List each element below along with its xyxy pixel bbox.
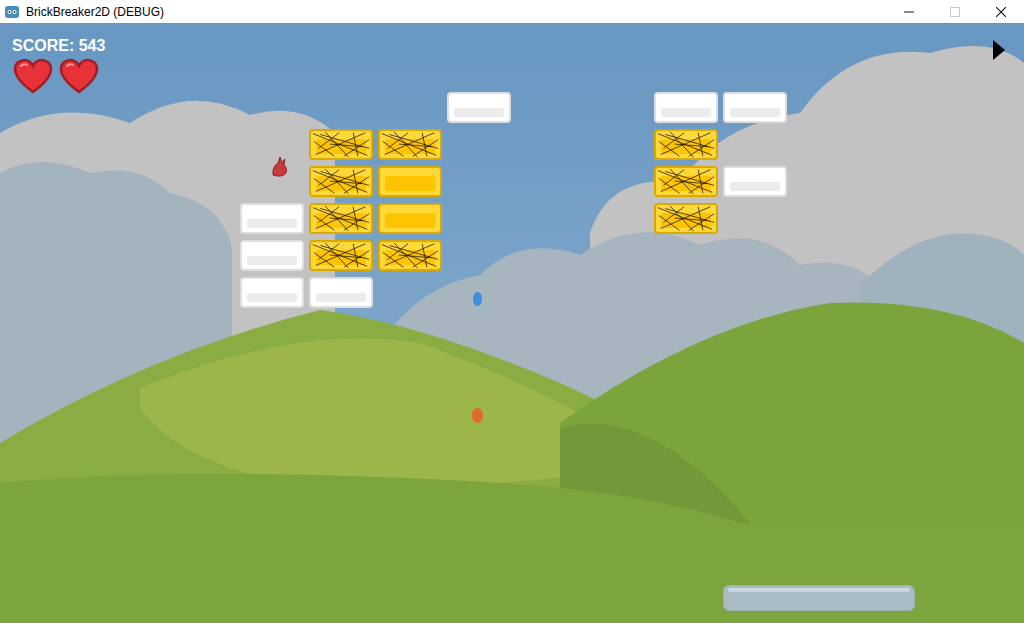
- empty-slot: [447, 203, 511, 234]
- empty-slot: [240, 129, 304, 160]
- brick: [240, 203, 304, 234]
- empty-slot: [516, 203, 580, 234]
- brick: [309, 277, 373, 308]
- close-icon: [996, 7, 1006, 17]
- brick-shine: [454, 108, 504, 117]
- brick: [309, 129, 373, 160]
- title-bar: BrickBreaker2D (DEBUG): [0, 0, 1024, 23]
- brick: [378, 166, 442, 197]
- brick: [447, 92, 511, 123]
- brick: [378, 129, 442, 160]
- brick: [309, 166, 373, 197]
- empty-slot: [309, 92, 373, 123]
- empty-slot: [378, 277, 442, 308]
- godot-logo-icon: [4, 4, 20, 20]
- score-label: SCORE: 543: [12, 36, 105, 56]
- ball: [472, 408, 483, 423]
- empty-slot: [240, 92, 304, 123]
- brick: [654, 166, 718, 197]
- empty-slot: [447, 129, 511, 160]
- brick-shine: [730, 182, 780, 191]
- empty-slot: [723, 277, 787, 308]
- crack-icon: [656, 168, 716, 195]
- minimize-icon: [904, 7, 914, 17]
- brick: [654, 129, 718, 160]
- crack-icon: [380, 242, 440, 269]
- paddle-highlight: [728, 588, 910, 592]
- brick-shine: [385, 213, 435, 228]
- brick: [378, 203, 442, 234]
- ball: [473, 292, 482, 306]
- lives: [12, 57, 105, 95]
- brick-shine: [661, 108, 711, 117]
- empty-slot: [585, 92, 649, 123]
- brick: [309, 240, 373, 271]
- empty-slot: [378, 92, 442, 123]
- empty-slot: [240, 166, 304, 197]
- empty-slot: [654, 277, 718, 308]
- brick: [723, 92, 787, 123]
- empty-slot: [516, 92, 580, 123]
- window-controls: [886, 0, 1024, 23]
- maximize-icon: [950, 7, 960, 17]
- empty-slot: [447, 166, 511, 197]
- brick-shine: [385, 176, 435, 191]
- crack-icon: [656, 205, 716, 232]
- brick: [378, 240, 442, 271]
- crack-icon: [380, 131, 440, 158]
- crack-icon: [311, 168, 371, 195]
- brick-shine: [730, 108, 780, 117]
- brick-shine: [316, 293, 366, 302]
- empty-slot: [516, 166, 580, 197]
- brick: [240, 277, 304, 308]
- window-title: BrickBreaker2D (DEBUG): [26, 5, 886, 19]
- heart-icon: [58, 57, 100, 95]
- empty-slot: [516, 240, 580, 271]
- brick-shine: [247, 293, 297, 302]
- empty-slot: [723, 240, 787, 271]
- brick: [309, 203, 373, 234]
- close-button[interactable]: [978, 0, 1024, 23]
- brick-shine: [247, 256, 297, 265]
- empty-slot: [654, 240, 718, 271]
- empty-slot: [585, 129, 649, 160]
- brick-shine: [247, 219, 297, 228]
- empty-slot: [447, 240, 511, 271]
- empty-slot: [585, 203, 649, 234]
- crack-icon: [311, 205, 371, 232]
- empty-slot: [516, 129, 580, 160]
- brick-grid: [240, 92, 787, 308]
- crack-icon: [311, 131, 371, 158]
- brick: [240, 240, 304, 271]
- empty-slot: [585, 240, 649, 271]
- minimize-button[interactable]: [886, 0, 932, 23]
- game-area[interactable]: SCORE: 543: [0, 23, 1024, 623]
- crack-icon: [311, 242, 371, 269]
- play-icon[interactable]: [993, 40, 1005, 60]
- paddle[interactable]: [723, 585, 915, 611]
- empty-slot: [585, 166, 649, 197]
- brick: [723, 166, 787, 197]
- empty-slot: [585, 277, 649, 308]
- powerup-icon: [270, 155, 290, 179]
- crack-icon: [656, 131, 716, 158]
- landscape-background: [0, 23, 1024, 623]
- empty-slot: [723, 129, 787, 160]
- empty-slot: [516, 277, 580, 308]
- brick: [654, 92, 718, 123]
- brick: [654, 203, 718, 234]
- status: SCORE: 543: [12, 36, 105, 95]
- maximize-button[interactable]: [932, 0, 978, 23]
- game-window: BrickBreaker2D (DEBUG) SCORE: 543: [0, 0, 1024, 623]
- heart-icon: [12, 57, 54, 95]
- hud: SCORE: 543: [0, 23, 1024, 95]
- empty-slot: [723, 203, 787, 234]
